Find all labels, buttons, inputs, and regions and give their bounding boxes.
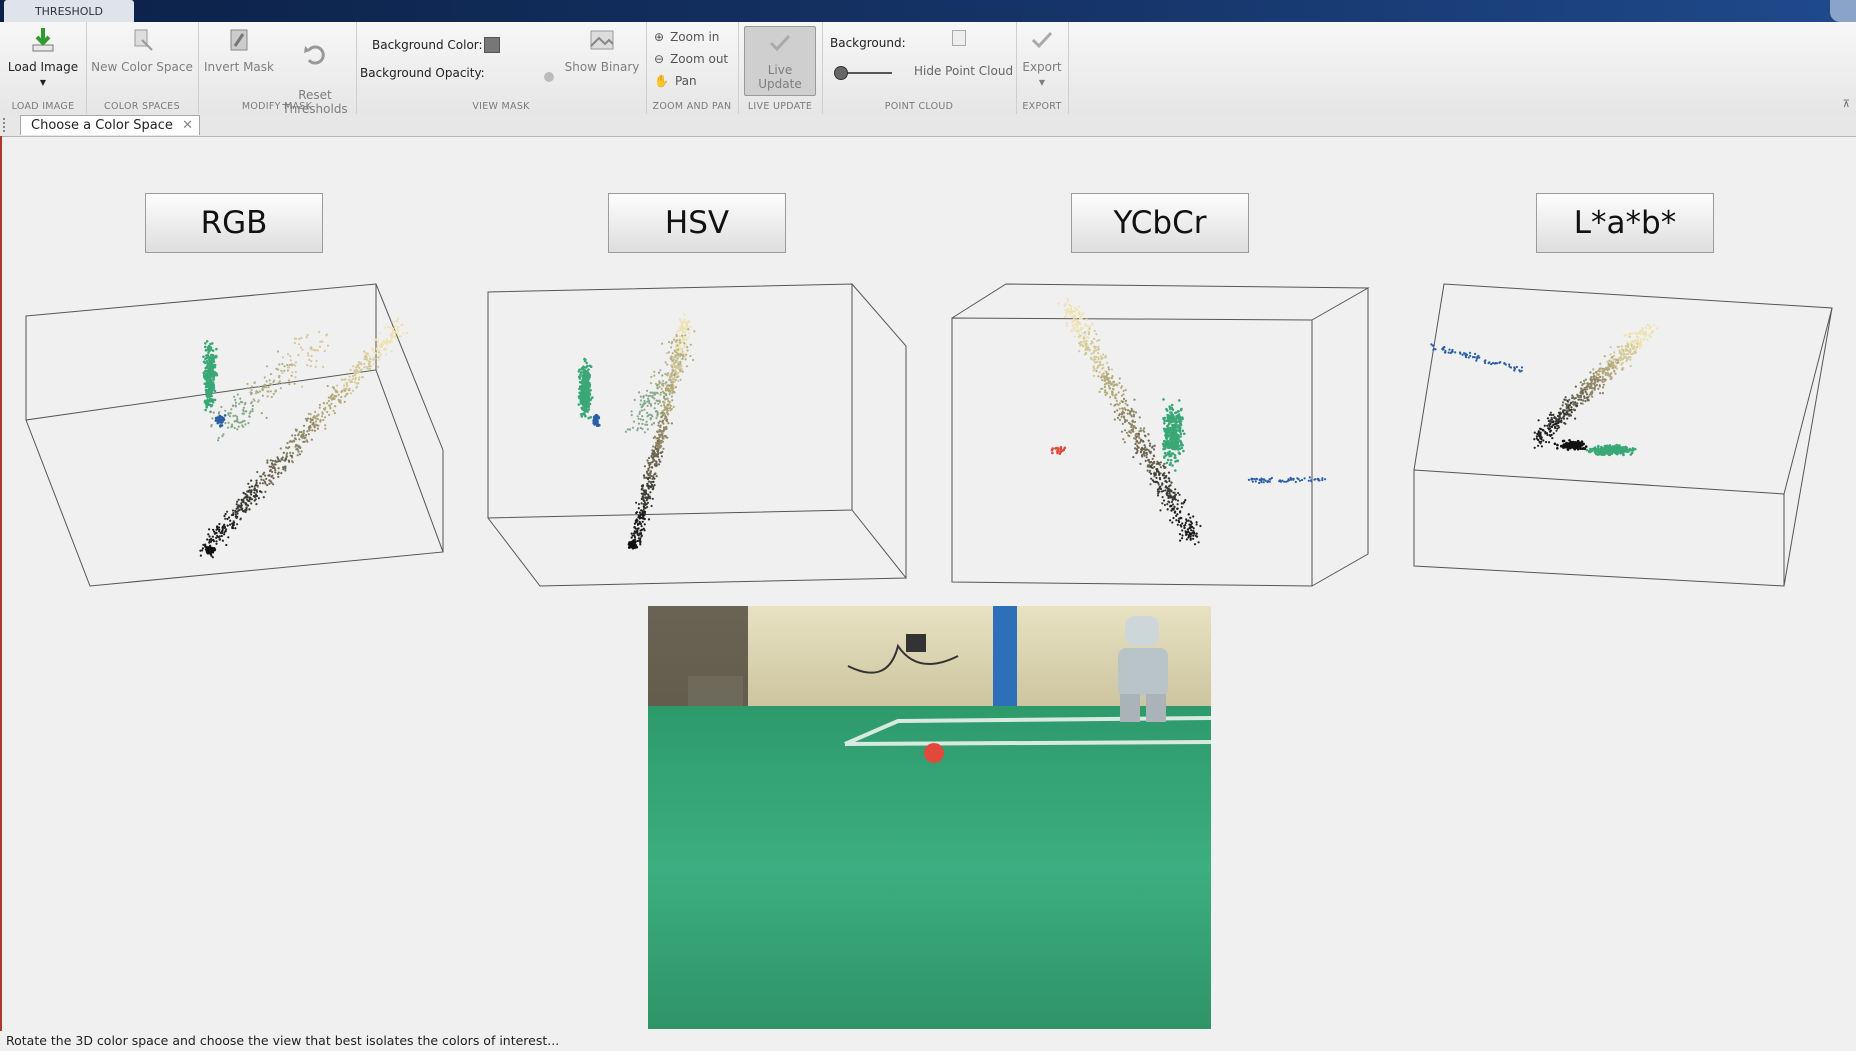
section-point-cloud: Background: Hide Point Cloud POINT CLOUD [822, 22, 1017, 114]
rgb-button[interactable]: RGB [145, 193, 323, 253]
zoom-in-icon: ⊕ [654, 30, 665, 44]
zoom-in-button[interactable]: ⊕ Zoom in [654, 30, 719, 44]
tab-choose-color-space[interactable]: Choose a Color Space ✕ [20, 115, 200, 135]
export-check-icon [1026, 24, 1058, 56]
document-tab-row: Choose a Color Space ✕ [0, 114, 1856, 137]
red-ball [924, 743, 944, 763]
background-color-swatch[interactable] [484, 37, 500, 53]
preview-image[interactable] [648, 606, 1211, 1029]
ycbcr-button[interactable]: YCbCr [1071, 193, 1249, 253]
section-label-point-cloud: POINT CLOUD [884, 101, 954, 112]
chevron-down-icon: ▼ [39, 78, 47, 87]
export-label: Export [1022, 60, 1062, 74]
binary-image-icon [586, 24, 618, 56]
pan-label: Pan [674, 74, 697, 88]
zoom-out-button[interactable]: ⊖ Zoom out [654, 52, 728, 66]
left-border [0, 136, 2, 1031]
hsv-button[interactable]: HSV [608, 193, 786, 253]
zoom-out-icon: ⊖ [654, 52, 665, 66]
invert-mask-label: Invert Mask [204, 60, 274, 74]
section-modify-mask: Invert Mask Reset Thresholds MODIFY MASK [198, 22, 357, 116]
ycbcr-point-cloud-plot[interactable] [948, 280, 1378, 595]
background-opacity-label: Background Opacity: [360, 66, 485, 80]
opacity-slider-thumb[interactable] [544, 72, 554, 82]
pan-button[interactable]: ✋ Pan [654, 74, 697, 88]
grip-icon[interactable] [3, 118, 7, 132]
lab-point-cloud [1430, 323, 1659, 457]
close-icon[interactable]: ✕ [182, 118, 193, 133]
download-arrow-icon [27, 24, 59, 56]
rgb-point-cloud [199, 317, 408, 559]
invert-mask-icon [223, 24, 255, 56]
background-color-label: Background Color: [372, 38, 483, 52]
zoom-in-label: Zoom in [670, 30, 720, 44]
live-update-label: Live Update [758, 63, 802, 91]
pan-hand-icon: ✋ [654, 74, 669, 88]
zoom-out-label: Zoom out [670, 52, 729, 66]
hide-point-cloud-button[interactable]: Hide Point Cloud [914, 64, 1013, 78]
invert-mask-button[interactable]: Invert Mask [204, 24, 274, 74]
section-label-load-image: LOAD IMAGE [11, 101, 75, 112]
new-color-space-button[interactable]: New Color Space [90, 24, 194, 74]
section-color-spaces: New Color Space COLOR SPACES [86, 22, 199, 114]
toolstrip: Load Image ▼ LOAD IMAGE New Color Space … [0, 22, 1856, 116]
section-label-color-spaces: COLOR SPACES [104, 101, 180, 112]
show-binary-label: Show Binary [564, 60, 640, 74]
reset-icon [299, 38, 331, 70]
load-image-button[interactable]: Load Image ▼ [4, 24, 82, 90]
section-label-zoom-pan: ZOOM AND PAN [652, 101, 732, 112]
section-export: Export ▼ EXPORT [1016, 22, 1069, 114]
point-cloud-background-swatch[interactable] [952, 30, 966, 46]
wall-socket [906, 634, 926, 652]
box [688, 676, 743, 706]
live-update-button[interactable]: Live Update [744, 26, 816, 96]
new-color-space-icon [126, 24, 158, 56]
lab-button[interactable]: L*a*b* [1536, 193, 1714, 253]
hsv-point-cloud-plot[interactable] [486, 280, 916, 595]
load-image-label: Load Image [7, 60, 79, 74]
point-cloud-slider-thumb[interactable] [834, 66, 848, 80]
section-load-image: Load Image ▼ LOAD IMAGE [0, 22, 87, 114]
collapse-toolstrip-icon[interactable]: ⊼ [1843, 99, 1850, 110]
section-label-view-mask: VIEW MASK [472, 101, 530, 112]
section-view-mask: Background Color: Background Opacity: Sh… [356, 22, 647, 114]
ycbcr-point-cloud [1050, 297, 1327, 546]
show-binary-button[interactable]: Show Binary [562, 24, 642, 74]
title-bar: THRESHOLD [0, 0, 1856, 22]
section-zoom-pan: ⊕ Zoom in ⊖ Zoom out ✋ Pan ZOOM AND PAN [646, 22, 739, 114]
section-live-update: Live Update LIVE UPDATE [738, 22, 823, 114]
window-menu-icon[interactable] [1830, 0, 1856, 22]
chevron-down-icon: ▼ [1038, 78, 1046, 87]
app-tab-threshold[interactable]: THRESHOLD [4, 0, 134, 22]
export-button[interactable]: Export ▼ [1018, 24, 1066, 90]
section-label-modify-mask: MODIFY MASK [241, 101, 313, 112]
section-label-export: EXPORT [1022, 101, 1062, 112]
status-bar: Rotate the 3D color space and choose the… [0, 1031, 1856, 1051]
tab-label: Choose a Color Space [31, 118, 173, 133]
live-update-check-icon [764, 27, 796, 59]
lab-point-cloud-plot[interactable] [1412, 280, 1852, 595]
section-label-live-update: LIVE UPDATE [747, 101, 813, 112]
point-cloud-background-label: Background: [830, 36, 906, 50]
rgb-point-cloud-plot[interactable] [20, 280, 450, 595]
new-color-space-label: New Color Space [91, 60, 193, 74]
